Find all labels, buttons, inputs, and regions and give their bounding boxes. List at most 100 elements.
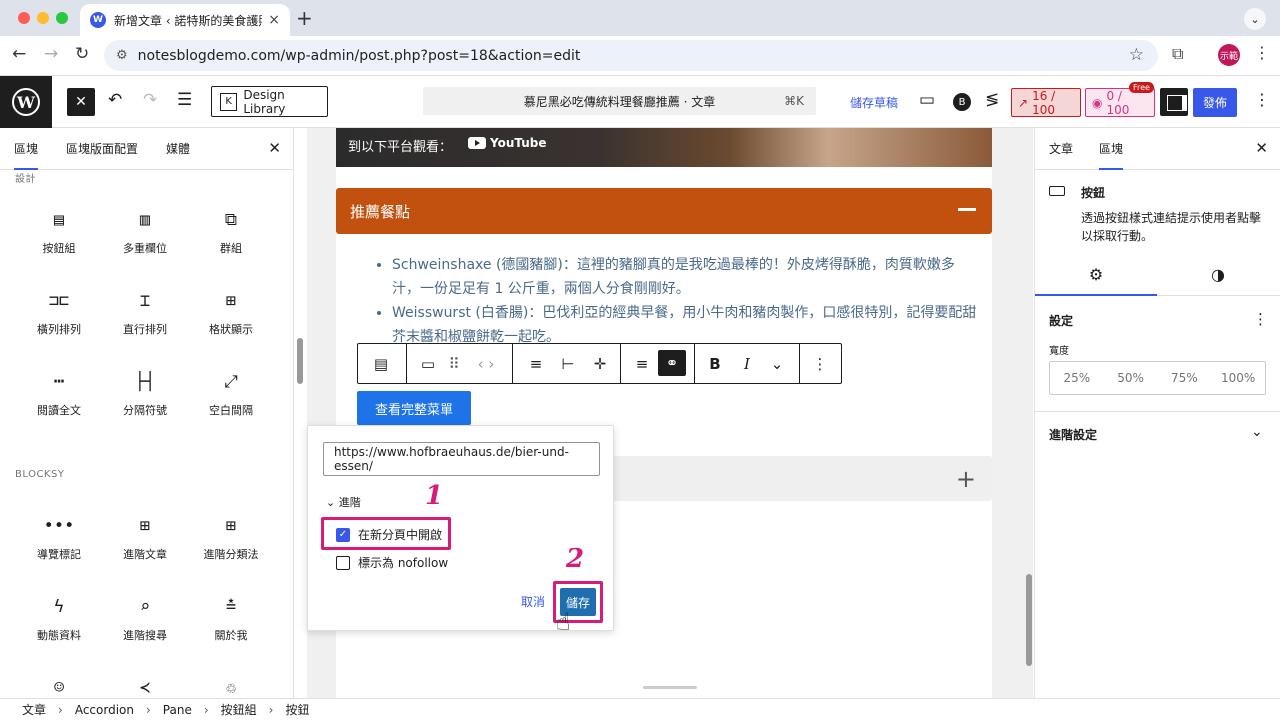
breadcrumb-item[interactable]: 文章 — [22, 701, 46, 718]
block-more[interactable]: ┅ 閱讀全文 — [16, 360, 102, 441]
browser-tab[interactable]: W 新增文章 ‹ 諾特斯的美食護照 — × — [80, 4, 290, 36]
video-embed[interactable]: 到以下平台觀看： YouTube — [336, 128, 992, 167]
advanced-toggle[interactable]: ⌄ 進階 — [326, 494, 361, 510]
view-menu-button[interactable]: 查看完整菜單 — [357, 391, 471, 425]
breadcrumb-item[interactable]: 按鈕組 — [221, 701, 257, 718]
inserter-scrollbar[interactable] — [297, 338, 303, 384]
block-about-me[interactable]: ≛ 關於我 — [188, 585, 274, 666]
close-settings-icon[interactable]: ✕ — [1255, 139, 1268, 157]
seo-score-badge[interactable]: ↗ 16 / 100 — [1011, 88, 1081, 117]
align-icon[interactable]: ≡ — [628, 344, 656, 383]
site-info-icon[interactable]: ⚙ — [116, 48, 128, 63]
block-advanced-posts[interactable]: ⊞ 進階文章 — [102, 504, 188, 585]
tab-search-button[interactable]: ⌄ — [1244, 8, 1266, 30]
move-arrows-icon[interactable]: ‹ › — [470, 344, 502, 383]
italic-icon[interactable]: I — [734, 344, 760, 383]
block-columns[interactable]: ▥ 多重欄位 — [102, 198, 188, 279]
width-option[interactable]: 25% — [1050, 362, 1104, 394]
block-options-icon[interactable]: ⋮ — [807, 344, 833, 383]
browser-menu-icon[interactable]: ⋮ — [1254, 43, 1270, 62]
block-recycle[interactable]: ♲ — [188, 666, 274, 698]
undo-icon[interactable]: ↶ — [108, 90, 122, 110]
more-formats-chevron-icon[interactable]: ⌄ — [764, 344, 790, 383]
close-inserter-icon[interactable]: ✕ — [268, 139, 281, 157]
bold-icon[interactable]: B — [702, 344, 728, 383]
expand-plus-icon[interactable]: + — [956, 465, 976, 493]
minimize-window-button[interactable] — [37, 12, 49, 24]
block-buttons[interactable]: ▤ 按鈕組 — [16, 198, 102, 279]
styles-contrast-icon[interactable]: ◑ — [1157, 252, 1279, 296]
width-option[interactable]: 50% — [1104, 362, 1158, 394]
justify-center-icon[interactable]: ✛ — [586, 344, 614, 383]
tab-media[interactable]: 媒體 — [166, 128, 190, 170]
accordion-header[interactable]: 推薦餐點 — [336, 188, 992, 234]
settings-gear-icon[interactable]: ⚙ — [1035, 252, 1157, 296]
blocksy-icon[interactable]: B — [953, 93, 971, 111]
url-input[interactable]: ⚙ notesblogdemo.com/wp-admin/post.php?po… — [104, 40, 1158, 71]
block-spacer[interactable]: ⤢ 空白間隔 — [188, 360, 274, 441]
close-tab-icon[interactable]: × — [268, 12, 280, 28]
close-window-button[interactable] — [18, 12, 30, 24]
stackable-icon[interactable]: ≶ — [985, 90, 999, 110]
justify-left-icon[interactable]: ⊢ — [554, 344, 582, 383]
close-inserter-button[interactable]: ✕ — [67, 88, 95, 116]
save-draft-button[interactable]: 儲存草稿 — [850, 94, 898, 111]
breadcrumb-separator-icon: › — [145, 702, 151, 717]
canvas-resize-handle[interactable] — [643, 686, 697, 689]
document-overview-icon[interactable]: ☰ — [177, 90, 192, 110]
new-tab-button[interactable]: + — [296, 6, 313, 30]
breadcrumb-item[interactable]: Accordion — [75, 703, 134, 717]
collapse-minus-icon[interactable] — [958, 208, 976, 211]
list-item[interactable]: Weisswurst (白香腸)：巴伐利亞的經典早餐，用小牛肉和豬肉製作，口感很… — [392, 301, 978, 349]
tab-post[interactable]: 文章 — [1049, 128, 1073, 170]
cancel-button[interactable]: 取消 — [521, 593, 545, 610]
extensions-icon[interactable]: ⧉ — [1172, 44, 1183, 64]
block-contact[interactable]: ☺ — [16, 666, 102, 698]
button-block-icon[interactable]: ▭ — [414, 344, 442, 383]
width-option[interactable]: 100% — [1211, 362, 1265, 394]
drag-handle-icon[interactable]: ⠿ — [444, 344, 464, 383]
reload-icon[interactable]: ↻ — [75, 44, 89, 64]
justify-top-icon[interactable]: ≡ — [522, 344, 550, 383]
block-advanced-taxonomies[interactable]: ⊞ 進階分類法 — [188, 504, 274, 585]
breadcrumb-item[interactable]: Pane — [163, 703, 192, 717]
maximize-window-button[interactable] — [56, 12, 68, 24]
design-library-button[interactable]: K Design Library — [211, 86, 328, 117]
settings-sidebar-toggle[interactable] — [1160, 88, 1188, 116]
block-grid[interactable]: ⊞ 格狀顯示 — [188, 279, 274, 360]
tab-patterns[interactable]: 區塊版面配置 — [66, 128, 138, 170]
advanced-posts-icon: ⊞ — [139, 516, 151, 536]
block-stack[interactable]: ⌶ 直行排列 — [102, 279, 188, 360]
preview-device-icon[interactable]: ▭ — [919, 90, 935, 110]
forward-arrow-icon[interactable]: → — [44, 44, 58, 64]
block-group[interactable]: ⧉ 群組 — [188, 198, 274, 279]
block-row[interactable]: ⊐⊏ 橫列排列 — [16, 279, 102, 360]
nofollow-checkbox[interactable] — [336, 555, 350, 570]
profile-avatar[interactable]: 示範 — [1218, 44, 1240, 66]
settings-options-icon[interactable]: ⋮ — [1253, 310, 1268, 328]
block-dynamic-data[interactable]: ϟ 動態資料 — [16, 585, 102, 666]
list-item[interactable]: Schweinshaxe (德國豬腳)：這裡的豬腳真的是我吃過最棒的！外皮烤得酥… — [392, 253, 978, 301]
options-menu-icon[interactable]: ⋮ — [1254, 90, 1270, 109]
parent-block-icon[interactable]: ▤ — [366, 344, 396, 383]
row-icon: ⊐⊏ — [48, 291, 70, 311]
wordpress-logo-button[interactable]: W — [0, 76, 52, 128]
link-icon[interactable]: ⚭ — [658, 350, 686, 376]
tab-blocks[interactable]: 區塊 — [14, 128, 38, 170]
block-share[interactable]: ≺ — [102, 666, 188, 698]
width-option[interactable]: 75% — [1158, 362, 1212, 394]
link-url-input[interactable]: https://www.hofbraeuhaus.de/bier-und-ess… — [323, 442, 600, 476]
block-separator[interactable]: ├┤ 分隔符號 — [102, 360, 188, 441]
advanced-settings-toggle[interactable]: 進階設定 — [1049, 426, 1097, 443]
canvas-scrollbar[interactable] — [1026, 574, 1032, 666]
block-advanced-search[interactable]: ⌕ 進階搜尋 — [102, 585, 188, 666]
nofollow-option[interactable]: 標示為 nofollow — [336, 554, 448, 571]
redo-icon[interactable]: ↷ — [143, 90, 157, 110]
bookmark-star-icon[interactable]: ☆ — [1129, 45, 1144, 65]
publish-button[interactable]: 發佈 — [1193, 88, 1237, 117]
chevron-down-icon[interactable]: ⌄ — [1251, 424, 1263, 440]
block-breadcrumbs[interactable]: ••• 導覽標記 — [16, 504, 102, 585]
command-palette-bar[interactable]: 慕尼黑必吃傳統料理餐廳推薦 · 文章 ⌘K — [423, 87, 816, 115]
back-arrow-icon[interactable]: ← — [12, 44, 26, 64]
tab-block[interactable]: 區塊 — [1099, 128, 1123, 170]
